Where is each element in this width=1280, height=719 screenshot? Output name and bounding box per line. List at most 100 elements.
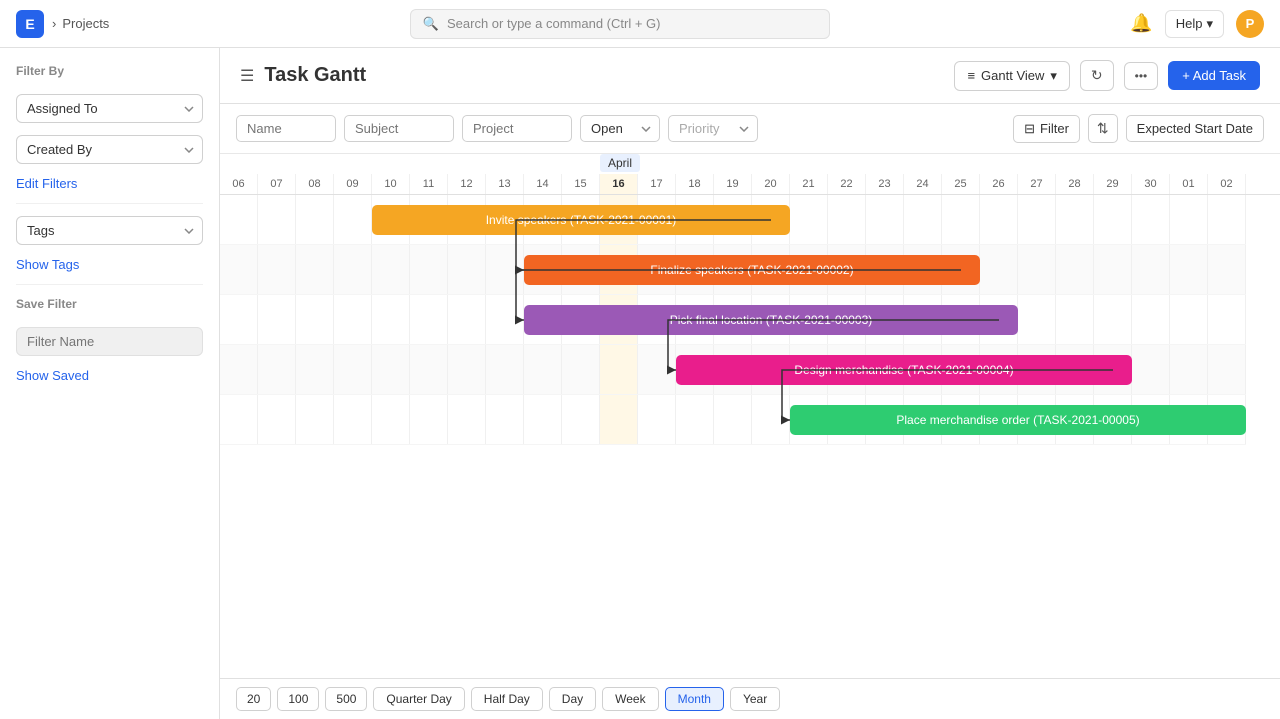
show-saved-button[interactable]: Show Saved <box>16 368 203 383</box>
search-box[interactable]: 🔍 Search or type a command (Ctrl + G) <box>410 9 830 39</box>
subject-filter[interactable] <box>344 115 454 142</box>
filter-icon: ⊟ <box>1024 121 1035 137</box>
gantt-toolbar: Open Priority ⊟ Filter ⇅ Expected Start … <box>220 104 1280 154</box>
notification-bell[interactable]: 🔔 <box>1130 13 1152 34</box>
filter-button[interactable]: ⊟ Filter <box>1013 115 1080 143</box>
gantt-date-cell: 07 <box>258 174 296 194</box>
search-icon: 🔍 <box>423 16 439 32</box>
month-button[interactable]: Month <box>665 687 724 711</box>
expected-start-label: Expected Start Date <box>1137 121 1253 136</box>
edit-filters-button[interactable]: Edit Filters <box>16 176 203 191</box>
gantt-month-label: April <box>600 154 640 172</box>
main-layout: Filter By Assigned To Created By Edit Fi… <box>0 48 1280 719</box>
top-navigation: E › Projects 🔍 Search or type a command … <box>0 0 1280 48</box>
gantt-task-bar[interactable]: Design merchandise (TASK-2021-00004) <box>676 355 1132 385</box>
gantt-date-cell: 14 <box>524 174 562 194</box>
priority-filter[interactable]: Priority <box>668 115 758 142</box>
gantt-task-bar[interactable]: Invite speakers (TASK-2021-00001) <box>372 205 790 235</box>
gantt-chart[interactable]: April06070809101112131415161718192021222… <box>220 154 1280 678</box>
year-button[interactable]: Year <box>730 687 780 711</box>
gantt-date-cell: 17 <box>638 174 676 194</box>
gantt-rows: Invite speakers (TASK-2021-00001) Finaliz… <box>220 195 1280 445</box>
filter-label: Filter <box>1040 121 1069 136</box>
gantt-dates-row: 0607080910111213141516171819202122232425… <box>220 174 1280 194</box>
more-options-button[interactable]: ••• <box>1124 62 1159 90</box>
avatar[interactable]: P <box>1236 10 1264 38</box>
gantt-date-cell: 09 <box>334 174 372 194</box>
quarter-day-button[interactable]: Quarter Day <box>373 687 464 711</box>
gantt-header-wrapper: April06070809101112131415161718192021222… <box>220 154 1280 194</box>
gantt-view-icon: ≡ <box>967 68 975 83</box>
gantt-row: Invite speakers (TASK-2021-00001) <box>220 195 1246 245</box>
day-button[interactable]: Day <box>549 687 596 711</box>
page-header: ☰ Task Gantt ≡ Gantt View ▾ ↻ ••• + Add … <box>220 48 1280 104</box>
nav-left: E › Projects <box>16 10 109 38</box>
sort-icon: ⇅ <box>1097 120 1109 137</box>
page-title: Task Gantt <box>264 64 366 87</box>
gantt-date-cell: 22 <box>828 174 866 194</box>
name-filter[interactable] <box>236 115 336 142</box>
zoom-100-button[interactable]: 100 <box>277 687 319 711</box>
gantt-date-cell: 26 <box>980 174 1018 194</box>
zoom-500-button[interactable]: 500 <box>325 687 367 711</box>
status-filter[interactable]: Open <box>580 115 660 142</box>
created-by-filter[interactable]: Created By <box>16 135 203 164</box>
sidebar: Filter By Assigned To Created By Edit Fi… <box>0 48 220 719</box>
gantt-row: Pick final location (TASK-2021-00003) <box>220 295 1246 345</box>
week-button[interactable]: Week <box>602 687 658 711</box>
gantt-row: Design merchandise (TASK-2021-00004) <box>220 345 1246 395</box>
gantt-date-cell: 28 <box>1056 174 1094 194</box>
gantt-row: Place merchandise order (TASK-2021-00005… <box>220 395 1246 445</box>
gantt-date-cell: 08 <box>296 174 334 194</box>
gantt-date-cell: 16 <box>600 174 638 194</box>
gantt-date-cell: 01 <box>1170 174 1208 194</box>
search-area: 🔍 Search or type a command (Ctrl + G) <box>410 9 830 39</box>
gantt-date-cell: 18 <box>676 174 714 194</box>
gantt-header: April06070809101112131415161718192021222… <box>220 154 1280 195</box>
divider2 <box>16 284 203 285</box>
gantt-date-cell: 20 <box>752 174 790 194</box>
refresh-button[interactable]: ↻ <box>1080 60 1114 91</box>
gantt-date-cell: 06 <box>220 174 258 194</box>
app-logo: E <box>16 10 44 38</box>
gantt-date-cell: 11 <box>410 174 448 194</box>
breadcrumb: › Projects <box>52 16 109 31</box>
page-actions: ≡ Gantt View ▾ ↻ ••• + Add Task <box>954 60 1260 91</box>
gantt-view-chevron: ▾ <box>1050 68 1057 84</box>
half-day-button[interactable]: Half Day <box>471 687 543 711</box>
gantt-date-cell: 02 <box>1208 174 1246 194</box>
filter-name-input[interactable] <box>16 327 203 356</box>
hamburger-icon[interactable]: ☰ <box>240 66 254 86</box>
gantt-date-cell: 21 <box>790 174 828 194</box>
gantt-date-cell: 25 <box>942 174 980 194</box>
gantt-bottom: 20 100 500 Quarter Day Half Day Day Week… <box>220 678 1280 719</box>
help-button[interactable]: Help ▾ <box>1165 10 1224 38</box>
gantt-container: Open Priority ⊟ Filter ⇅ Expected Start … <box>220 104 1280 719</box>
add-task-button[interactable]: + Add Task <box>1168 61 1260 90</box>
help-label: Help <box>1176 16 1203 31</box>
gantt-date-cell: 29 <box>1094 174 1132 194</box>
breadcrumb-projects[interactable]: Projects <box>62 16 109 31</box>
gantt-date-cell: 15 <box>562 174 600 194</box>
zoom-20-button[interactable]: 20 <box>236 687 271 711</box>
filter-by-label: Filter By <box>16 64 203 78</box>
assigned-to-filter[interactable]: Assigned To <box>16 94 203 123</box>
main-content: ☰ Task Gantt ≡ Gantt View ▾ ↻ ••• + Add … <box>220 48 1280 719</box>
expected-start-button[interactable]: Expected Start Date <box>1126 115 1264 142</box>
tags-filter[interactable]: Tags <box>16 216 203 245</box>
show-tags-button[interactable]: Show Tags <box>16 257 203 272</box>
sort-button[interactable]: ⇅ <box>1088 114 1118 143</box>
gantt-task-bar[interactable]: Place merchandise order (TASK-2021-00005… <box>790 405 1246 435</box>
gantt-date-cell: 27 <box>1018 174 1056 194</box>
nav-right: 🔔 Help ▾ P <box>1130 10 1264 38</box>
search-placeholder: Search or type a command (Ctrl + G) <box>447 16 661 31</box>
divider <box>16 203 203 204</box>
project-filter[interactable] <box>462 115 572 142</box>
breadcrumb-chevron: › <box>52 16 56 31</box>
gantt-task-bar[interactable]: Finalize speakers (TASK-2021-00002) <box>524 255 980 285</box>
tags-row: Tags <box>16 216 203 245</box>
gantt-view-label: Gantt View <box>981 68 1044 83</box>
gantt-task-bar[interactable]: Pick final location (TASK-2021-00003) <box>524 305 1018 335</box>
gantt-view-button[interactable]: ≡ Gantt View ▾ <box>954 61 1069 91</box>
gantt-date-cell: 30 <box>1132 174 1170 194</box>
